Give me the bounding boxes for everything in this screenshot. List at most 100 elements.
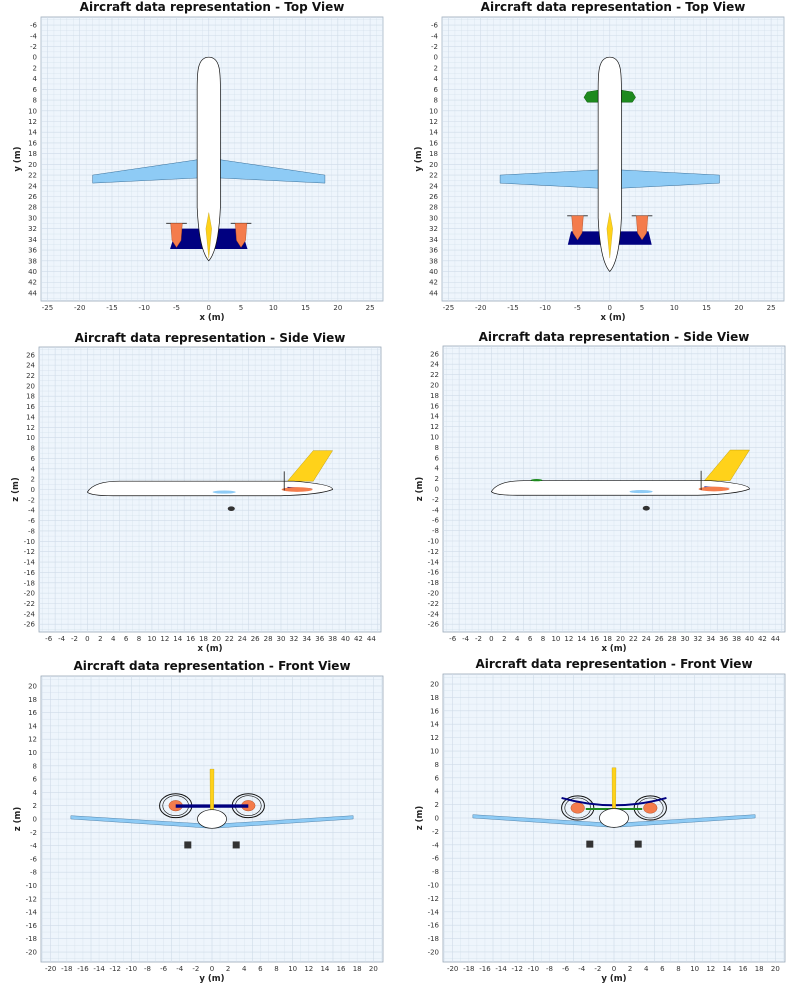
landing-gear (586, 840, 594, 848)
y-tick-label: -18 (24, 579, 35, 587)
panel-title: Aircraft data representation - Side View (75, 331, 346, 345)
x-tick-label: 18 (603, 635, 612, 643)
y-tick-label: -2 (30, 829, 37, 837)
y-tick-label: -2 (30, 43, 37, 51)
x-tick-label: 14 (320, 965, 329, 973)
x-tick-label: -18 (61, 965, 72, 973)
x-tick-label: -16 (479, 965, 491, 973)
x-tick-label: -12 (511, 965, 522, 973)
y-axis-label: z (m) (415, 806, 425, 831)
y-tick-label: -18 (428, 579, 439, 587)
x-tick-label: 20 (212, 635, 221, 643)
y-tick-label: 6 (435, 774, 440, 782)
y-tick-label: 38 (28, 257, 37, 265)
y-tick-label: 40 (429, 268, 438, 276)
x-tick-label: -2 (71, 635, 78, 643)
x-tick-label: 18 (199, 635, 208, 643)
landing-gear (227, 506, 235, 512)
x-tick-label: -5 (173, 304, 180, 312)
x-tick-label: 20 (369, 965, 378, 973)
x-tick-label: 6 (528, 635, 533, 643)
x-axis-label: x (m) (601, 644, 626, 654)
x-tick-label: 14 (722, 965, 731, 973)
y-tick-label: -26 (428, 621, 440, 629)
x-tick-label: 4 (242, 965, 247, 973)
x-tick-label: -10 (528, 965, 539, 973)
x-tick-label: 6 (124, 635, 129, 643)
x-tick-label: 22 (629, 635, 638, 643)
x-tick-label: -8 (546, 965, 553, 973)
y-tick-label: -2 (432, 828, 439, 836)
y-tick-label: 2 (435, 801, 439, 809)
x-tick-label: 12 (304, 965, 313, 973)
y-tick-label: -8 (30, 869, 37, 877)
engine-nacelle (643, 802, 658, 814)
y-tick-label: -20 (24, 590, 35, 598)
x-tick-label: 2 (98, 635, 102, 643)
y-tick-label: 26 (26, 351, 35, 359)
y-tick-label: 22 (430, 371, 439, 379)
engine-nacelle (281, 487, 313, 492)
y-axis-label: y (m) (414, 146, 424, 171)
y-tick-label: 8 (435, 444, 439, 452)
y-tick-label: -16 (428, 569, 440, 577)
x-tick-label: 26 (251, 635, 260, 643)
y-tick-label: 8 (33, 762, 37, 770)
x-tick-label: 10 (670, 304, 679, 312)
x-tick-label: 0 (210, 965, 214, 973)
y-tick-label: -10 (24, 538, 35, 546)
x-tick-label: 4 (515, 635, 520, 643)
x-tick-label: -10 (126, 965, 137, 973)
y-tick-label: 2 (435, 475, 439, 483)
y-tick-label: 36 (28, 247, 37, 255)
x-tick-label: 36 (719, 635, 728, 643)
x-tick-label: -2 (594, 965, 601, 973)
y-tick-label: -2 (432, 496, 439, 504)
y-tick-label: 12 (28, 736, 37, 744)
x-tick-label: 16 (590, 635, 599, 643)
x-tick-label: 2 (226, 965, 230, 973)
x-tick-label: -20 (475, 304, 486, 312)
y-tick-label: 4 (33, 75, 38, 83)
x-tick-label: -6 (45, 635, 53, 643)
x-tick-label: -6 (160, 965, 168, 973)
x-tick-label: 12 (564, 635, 573, 643)
y-tick-label: -4 (30, 842, 38, 850)
y-tick-label: 8 (435, 761, 439, 769)
y-tick-label: -16 (428, 922, 440, 930)
y-tick-label: -8 (28, 527, 35, 535)
fuselage (599, 808, 629, 828)
x-tick-label: 10 (288, 965, 297, 973)
x-tick-label: 4 (111, 635, 116, 643)
x-tick-label: 20 (734, 304, 743, 312)
y-tick-label: 0 (434, 54, 438, 62)
y-axis-label: z (m) (13, 807, 23, 832)
x-tick-label: -5 (574, 304, 581, 312)
x-tick-label: 10 (269, 304, 278, 312)
x-tick-label: -15 (507, 304, 518, 312)
y-tick-label: 14 (429, 129, 438, 137)
x-tick-label: 0 (612, 965, 616, 973)
y-tick-label: 12 (26, 424, 35, 432)
y-tick-label: -2 (431, 43, 438, 51)
y-tick-label: 18 (429, 150, 438, 158)
y-tick-label: 8 (31, 445, 35, 453)
y-tick-label: 44 (429, 289, 438, 297)
y-tick-label: -14 (26, 909, 38, 917)
x-tick-label: -25 (443, 304, 454, 312)
panel-side-view-B: Aircraft data representation - Side View… (415, 330, 786, 654)
x-tick-label: -4 (176, 965, 184, 973)
x-axis-label: x (m) (600, 313, 625, 323)
main-wing (629, 490, 653, 494)
y-tick-label: 30 (429, 214, 438, 222)
x-tick-label: 40 (341, 635, 350, 643)
x-tick-label: 24 (642, 635, 651, 643)
x-tick-label: 44 (367, 635, 376, 643)
x-axis-label: x (m) (197, 644, 222, 654)
y-tick-label: 26 (28, 193, 37, 201)
y-tick-label: 20 (26, 382, 35, 390)
x-tick-label: 8 (676, 965, 680, 973)
x-tick-label: -12 (109, 965, 120, 973)
y-tick-label: -4 (431, 32, 439, 40)
panel-title: Aircraft data representation - Front Vie… (73, 659, 350, 673)
